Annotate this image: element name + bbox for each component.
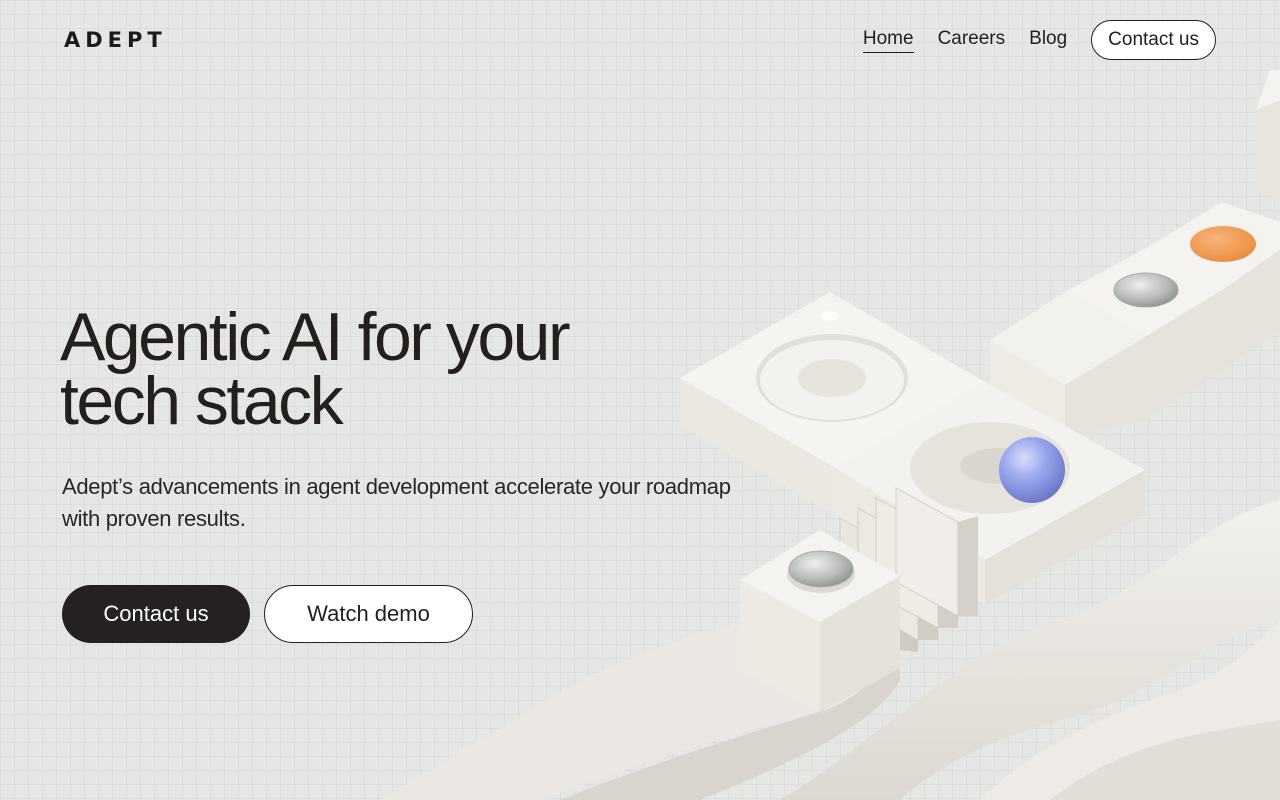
hero-title-line-1: Agentic AI for your xyxy=(60,299,571,375)
hero-title: Agentic AI for your tech stack xyxy=(60,299,760,439)
hero-section: Agentic AI for your tech stack Adept’s a… xyxy=(60,299,760,643)
corner-block xyxy=(1256,70,1280,200)
hero-actions: Contact us Watch demo xyxy=(62,585,760,643)
hero-subtitle: Adept’s advancements in agent developmen… xyxy=(62,474,731,531)
nav-home-link[interactable]: Home xyxy=(862,28,914,53)
nav-careers-link[interactable]: Careers xyxy=(938,28,1006,52)
site-header: ADEPT Home Careers Blog Contact us xyxy=(0,0,1280,80)
watch-demo-button[interactable]: Watch demo xyxy=(264,585,473,643)
adept-logo[interactable]: ADEPT xyxy=(64,28,167,52)
hero-title-line-2: tech stack xyxy=(60,363,344,439)
contact-us-button[interactable]: Contact us xyxy=(62,585,250,643)
nav-contact-button[interactable]: Contact us xyxy=(1091,20,1216,60)
nav-blog-link[interactable]: Blog xyxy=(1029,28,1067,52)
main-nav: Home Careers Blog Contact us xyxy=(862,20,1216,60)
